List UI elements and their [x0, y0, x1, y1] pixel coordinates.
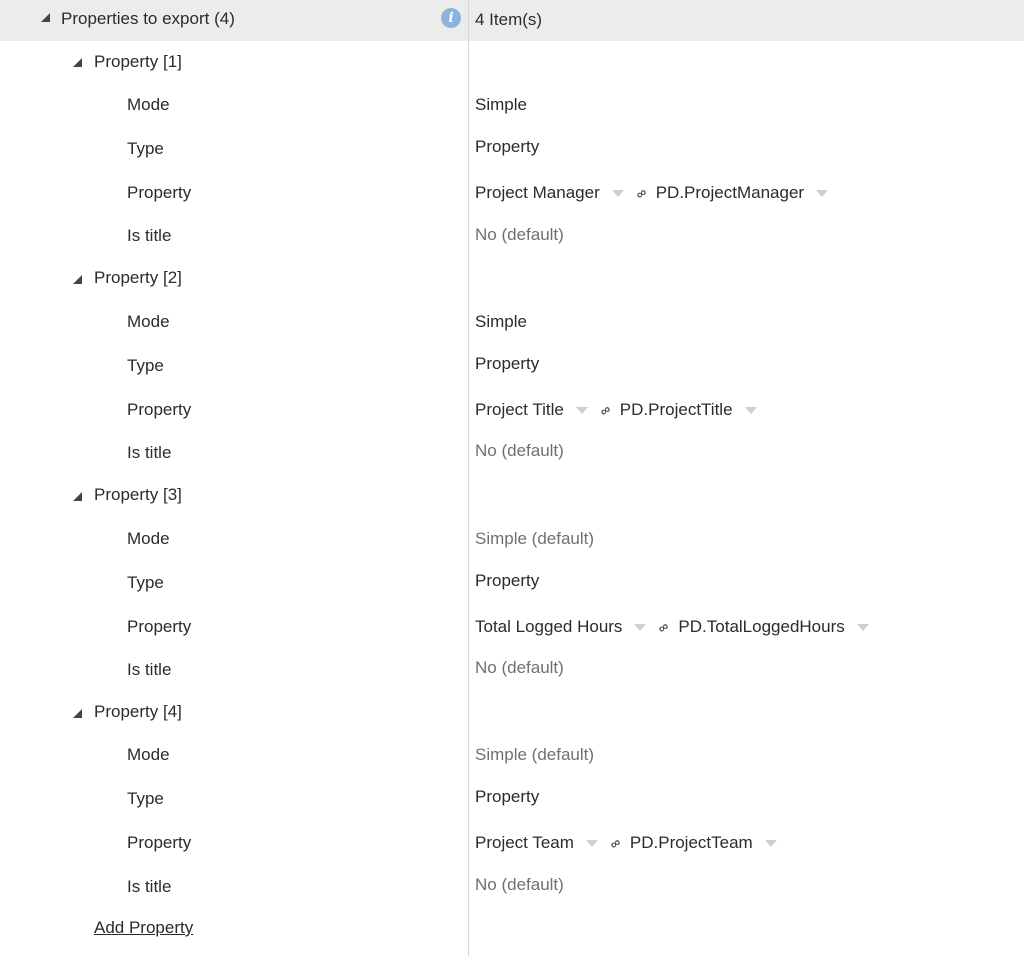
is-title-value[interactable]: No (default): [475, 441, 564, 461]
collapse-triangle-icon[interactable]: [73, 58, 82, 67]
type-value[interactable]: Property: [475, 137, 539, 157]
property-name[interactable]: Project Manager: [475, 183, 600, 203]
mode-value[interactable]: Simple: [475, 95, 527, 115]
column-divider[interactable]: [468, 0, 469, 956]
type-value[interactable]: Property: [475, 571, 539, 591]
property-name[interactable]: Project Team: [475, 833, 574, 853]
info-icon[interactable]: i: [441, 8, 461, 28]
type-label: Type: [127, 356, 164, 375]
is-title-value[interactable]: No (default): [475, 225, 564, 245]
collapse-triangle-icon[interactable]: [73, 709, 82, 718]
property-label: Property: [127, 183, 192, 202]
property-label: Property: [127, 617, 192, 636]
is-title-label: Is title: [127, 660, 172, 679]
type-label: Type: [127, 789, 164, 808]
mode-value[interactable]: Simple: [475, 312, 527, 332]
dropdown-arrow-icon[interactable]: [634, 623, 647, 631]
is-title-label: Is title: [127, 226, 172, 245]
dropdown-arrow-icon[interactable]: [575, 406, 588, 414]
collapse-triangle-icon[interactable]: [73, 492, 82, 501]
header-count: 4 Item(s): [475, 10, 543, 29]
dropdown-arrow-icon[interactable]: [585, 839, 598, 847]
property-value[interactable]: Project Manager ∞ PD.ProjectManager: [475, 183, 840, 203]
property-id[interactable]: PD.ProjectManager: [656, 183, 804, 203]
link-icon: ∞: [606, 833, 624, 853]
type-value[interactable]: Property: [475, 354, 539, 374]
property-name[interactable]: Project Title: [475, 400, 564, 420]
dropdown-arrow-icon[interactable]: [764, 839, 777, 847]
dropdown-arrow-icon[interactable]: [611, 189, 624, 197]
header-title: Properties to export (4): [61, 9, 235, 28]
collapse-triangle-icon[interactable]: [73, 275, 82, 284]
is-title-value[interactable]: No (default): [475, 875, 564, 895]
property-name[interactable]: Total Logged Hours: [475, 617, 622, 637]
collapse-triangle-icon[interactable]: [41, 13, 50, 22]
is-title-label: Is title: [127, 877, 172, 896]
mode-label: Mode: [127, 529, 170, 548]
property-id[interactable]: PD.TotalLoggedHours: [678, 617, 844, 637]
mode-label: Mode: [127, 95, 170, 114]
is-title-label: Is title: [127, 443, 172, 462]
mode-value[interactable]: Simple (default): [475, 745, 594, 765]
property-label: Property: [127, 833, 192, 852]
link-icon: ∞: [632, 183, 650, 203]
mode-label: Mode: [127, 312, 170, 331]
property-value[interactable]: Project Team ∞ PD.ProjectTeam: [475, 833, 789, 853]
is-title-value[interactable]: No (default): [475, 658, 564, 678]
property-heading[interactable]: Property [2]: [94, 268, 182, 288]
mode-label: Mode: [127, 745, 170, 764]
mode-value[interactable]: Simple (default): [475, 529, 594, 549]
property-label: Property: [127, 400, 192, 419]
type-label: Type: [127, 573, 164, 592]
type-label: Type: [127, 139, 164, 158]
link-icon: ∞: [654, 617, 673, 637]
property-value[interactable]: Project Title ∞ PD.ProjectTitle: [475, 400, 769, 420]
property-id[interactable]: PD.ProjectTitle: [620, 400, 733, 420]
property-heading[interactable]: Property [3]: [94, 485, 182, 505]
property-value[interactable]: Total Logged Hours ∞ PD.TotalLoggedHours: [475, 617, 881, 637]
link-icon: ∞: [596, 400, 614, 420]
property-heading[interactable]: Property [4]: [94, 702, 182, 722]
type-value[interactable]: Property: [475, 787, 539, 807]
dropdown-arrow-icon[interactable]: [816, 189, 829, 197]
add-property-link[interactable]: Add Property: [94, 918, 193, 938]
dropdown-arrow-icon[interactable]: [744, 406, 757, 414]
property-heading[interactable]: Property [1]: [94, 52, 182, 72]
property-id[interactable]: PD.ProjectTeam: [630, 833, 753, 853]
dropdown-arrow-icon[interactable]: [856, 623, 869, 631]
